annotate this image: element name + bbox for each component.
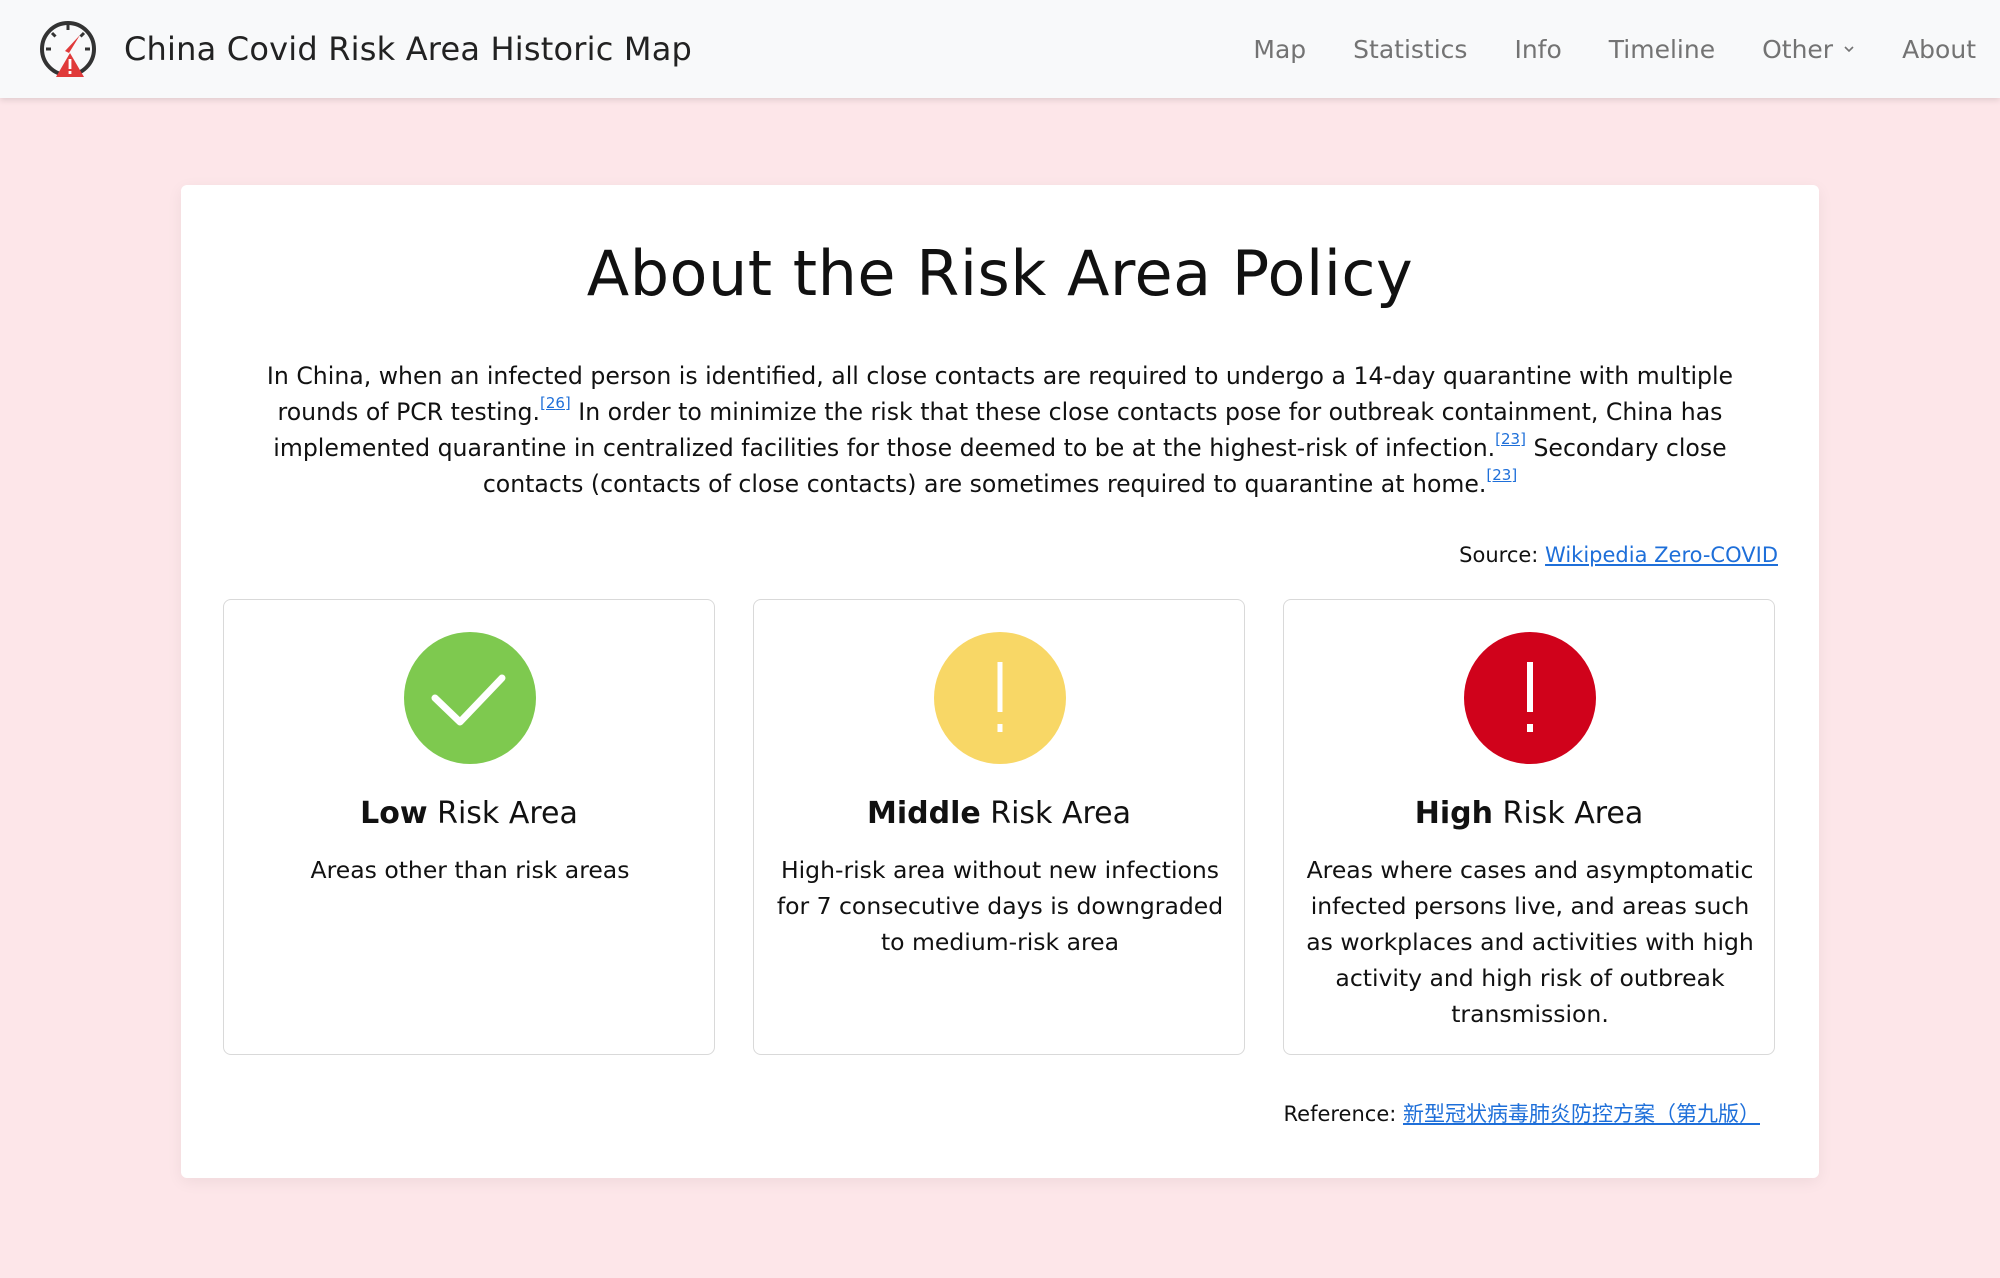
tile-description: Areas where cases and asymptomatic infec… <box>1306 856 1754 1028</box>
intro-paragraph: In China, when an infected person is ide… <box>243 358 1757 502</box>
page-title: About the Risk Area Policy <box>586 237 1414 310</box>
risk-level-label: High <box>1414 796 1493 831</box>
risk-area-suffix: Risk Area <box>1492 796 1644 831</box>
nav-dropdown-other-label: Other <box>1762 34 1834 64</box>
citation-link-23[interactable]: [23] <box>1495 430 1526 448</box>
risk-area-suffix: Risk Area <box>980 796 1131 831</box>
source-link[interactable]: Wikipedia Zero-COVID <box>1545 543 1778 567</box>
risk-level-label: Middle <box>866 796 981 831</box>
top-navbar: China Covid Risk Area Historic Map Map S… <box>0 0 2000 98</box>
tile-heading: Low Risk Area <box>224 796 714 831</box>
nav-link-info[interactable]: Info <box>1514 35 1561 64</box>
nav-link-statistics[interactable]: Statistics <box>1353 35 1467 64</box>
middle-risk-tile: Middle Risk Area High-risk area without … <box>753 599 1245 1055</box>
risk-level-label: Low <box>360 796 428 831</box>
source-label: Source: <box>1459 543 1546 567</box>
brand-home-link[interactable]: China Covid Risk Area Historic Map <box>38 17 692 81</box>
nav-dropdown-other[interactable]: Other <box>1762 35 1855 64</box>
reference-link[interactable]: 新型冠状病毒肺炎防控方案（第九版） <box>1403 1102 1760 1126</box>
tile-description: High-risk area without new infections fo… <box>776 856 1224 956</box>
exclamation-icon <box>1464 632 1596 764</box>
reference-label: Reference: <box>1283 1102 1403 1126</box>
nav-link-map[interactable]: Map <box>1253 35 1306 64</box>
exclamation-icon <box>934 632 1066 764</box>
tile-description: Areas other than risk areas <box>310 856 630 884</box>
gauge-warning-logo-icon <box>40 21 96 77</box>
nav-link-about[interactable]: About <box>1902 35 1976 64</box>
about-card: About the Risk Area Policy In China, whe… <box>181 185 1819 1178</box>
high-risk-tile: High Risk Area Areas where cases and asy… <box>1283 599 1775 1055</box>
low-risk-tile: Low Risk Area Areas other than risk area… <box>223 599 715 1055</box>
risk-area-suffix: Risk Area <box>427 796 578 831</box>
chevron-down-icon <box>1844 46 1854 53</box>
nav-links: Map Statistics Info Timeline Other About <box>1206 0 1976 98</box>
reference-line: Reference: 新型冠状病毒肺炎防控方案（第九版） <box>1284 1098 1761 1128</box>
tile-heading: High Risk Area <box>1284 796 1774 831</box>
check-icon <box>404 632 536 764</box>
citation-link-26[interactable]: [26] <box>540 394 571 412</box>
brand-title: China Covid Risk Area Historic Map <box>124 30 693 68</box>
nav-link-timeline[interactable]: Timeline <box>1609 35 1715 64</box>
tile-heading: Middle Risk Area <box>754 796 1244 831</box>
citation-link-23-second[interactable]: [23] <box>1486 466 1517 484</box>
source-line: Source: Wikipedia Zero-COVID <box>1459 543 1778 567</box>
